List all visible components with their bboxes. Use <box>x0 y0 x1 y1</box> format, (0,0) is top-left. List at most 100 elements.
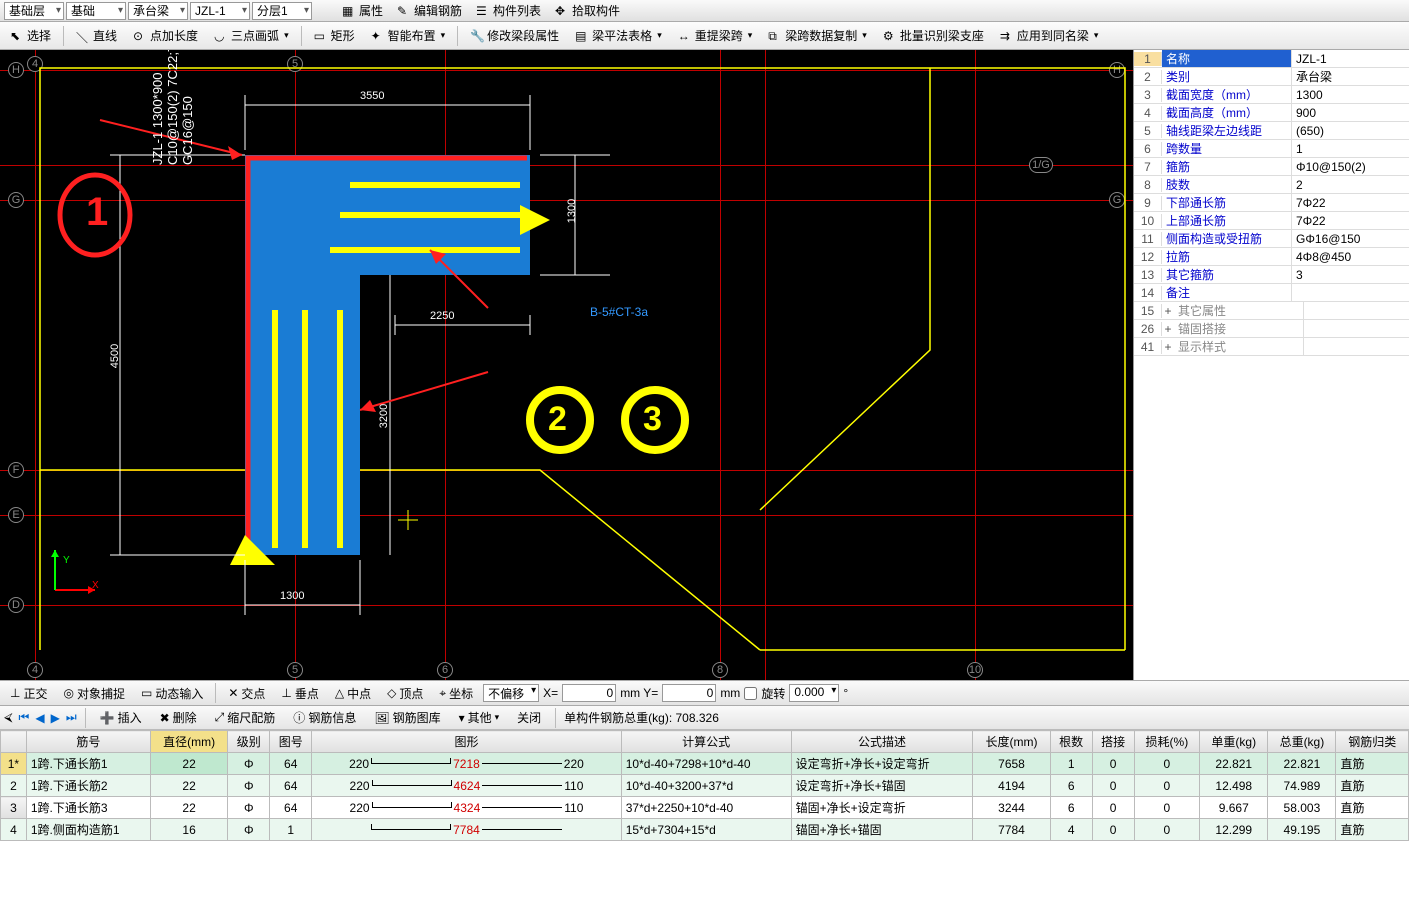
table-row[interactable]: 21跨.下通长筋222Φ64220462411010*d-40+3200+37*… <box>1 775 1409 797</box>
table-row[interactable]: 1*1跨.下通长筋122Φ64220721822010*d-40+7298+10… <box>1 753 1409 775</box>
sb-snap[interactable]: ◎对象捕捉 <box>57 683 131 703</box>
prop-row[interactable]: 9下部通长筋7Φ22 <box>1134 194 1409 212</box>
col-head[interactable]: 总重(kg) <box>1268 731 1336 753</box>
x-label: X <box>92 580 99 591</box>
btn-select[interactable]: ⬉选择 <box>4 26 57 46</box>
table-row[interactable]: 41跨.侧面构造筋116Φ1778415*d+7304+15*d锚固+净长+锚固… <box>1 819 1409 841</box>
col-head[interactable]: 公式描述 <box>791 731 973 753</box>
prop-row[interactable]: 7箍筋Φ10@150(2) <box>1134 158 1409 176</box>
prop-row[interactable]: 10上部通长筋7Φ22 <box>1134 212 1409 230</box>
dd-member[interactable]: JZL-1 <box>190 2 250 20</box>
btn-apply-same[interactable]: ⇉应用到同名梁▾ <box>994 26 1105 46</box>
dd-layer[interactable]: 基础层 <box>4 2 64 20</box>
prop-row[interactable]: 4截面高度（mm）900 <box>1134 104 1409 122</box>
btn-insert[interactable]: ➕插入 <box>94 708 148 728</box>
btn-3pt-arc[interactable]: ◡三点画弧▾ <box>208 26 295 46</box>
prop-row[interactable]: 11侧面构造或受扭筋GΦ16@150 <box>1134 230 1409 248</box>
prop-row[interactable]: 13其它箍筋3 <box>1134 266 1409 284</box>
col-head[interactable]: 根数 <box>1050 731 1092 753</box>
y-label-text: mm Y= <box>620 686 658 700</box>
dd-cat[interactable]: 基础 <box>66 2 126 20</box>
prop-row[interactable]: 8肢数2 <box>1134 176 1409 194</box>
sb-perp[interactable]: ⊥垂点 <box>275 683 324 703</box>
prop-row[interactable]: 3截面宽度（mm）1300 <box>1134 86 1409 104</box>
rot-check[interactable] <box>744 687 757 700</box>
anno-3: 3 <box>643 400 662 439</box>
prop-row[interactable]: 15+其它属性 <box>1134 302 1409 320</box>
col-head[interactable]: 直径(mm) <box>150 731 227 753</box>
col-head[interactable]: 单重(kg) <box>1200 731 1268 753</box>
tab-props[interactable]: ▦属性 <box>336 1 389 21</box>
btn-rect[interactable]: ▭矩形 <box>308 26 361 46</box>
rot-dd[interactable]: 0.000 <box>789 684 839 702</box>
btn-batch-support[interactable]: ⚙批量识别梁支座 <box>877 26 990 46</box>
dim-4500: 4500 <box>109 344 121 368</box>
col-head[interactable]: 损耗(%) <box>1134 731 1200 753</box>
prev-icon[interactable]: ◀ <box>35 711 44 725</box>
perp-icon: ⊥ <box>281 686 291 700</box>
sb-coord[interactable]: ⌖坐标 <box>433 683 479 703</box>
first-icon[interactable]: ⏮ <box>19 710 30 725</box>
tab-pick[interactable]: ✥拾取构件 <box>549 1 626 21</box>
btn-other[interactable]: ▾其他▾ <box>453 708 506 728</box>
drawing-canvas[interactable]: H H G G 1/G F E D 4 4 5 5 6 8 10 <box>0 50 1133 680</box>
col-head[interactable]: 搭接 <box>1092 731 1134 753</box>
prop-row[interactable]: 6跨数量1 <box>1134 140 1409 158</box>
tab-edit-rebar[interactable]: ✎编辑钢筋 <box>391 1 468 21</box>
apply-icon: ⇉ <box>1000 29 1014 43</box>
prop-row[interactable]: 1名称JZL-1 <box>1134 50 1409 68</box>
last-icon[interactable]: ⏭ <box>66 710 77 725</box>
col-head[interactable]: 钢筋归类 <box>1336 731 1409 753</box>
btn-delete[interactable]: ✖删除 <box>154 708 203 728</box>
btn-info[interactable]: ⓘ钢筋信息 <box>287 708 362 728</box>
sb-mid[interactable]: △中点 <box>329 683 377 703</box>
btn-gallery[interactable]: 🖼钢筋图库 <box>368 708 446 728</box>
rebar-grid[interactable]: 筋号直径(mm)级别图号图形计算公式公式描述长度(mm)根数搭接损耗(%)单重(… <box>0 730 1409 910</box>
col-head[interactable]: 图号 <box>270 731 312 753</box>
sb-ortho[interactable]: ⊥正交 <box>4 683 53 703</box>
col-head[interactable]: 筋号 <box>26 731 150 753</box>
rebar-nav: ⮘ ⏮ ◀ ▶ ⏭ ➕插入 ✖删除 ⤢缩尺配筋 ⓘ钢筋信息 🖼钢筋图库 ▾其他▾… <box>0 706 1409 730</box>
play-icon[interactable]: ▶ <box>51 711 60 725</box>
sb-offset[interactable]: 不偏移 <box>483 684 539 702</box>
col-head[interactable] <box>1 731 27 753</box>
prop-row[interactable]: 41+显示样式 <box>1134 338 1409 356</box>
y-input[interactable] <box>662 684 716 702</box>
btn-close[interactable]: 关闭 <box>511 708 547 728</box>
col-head[interactable]: 级别 <box>228 731 270 753</box>
sb-dyn[interactable]: ▭动态输入 <box>135 683 209 703</box>
btn-smart[interactable]: ✦智能布置▾ <box>365 26 452 46</box>
btn-span-copy[interactable]: ⧉梁跨数据复制▾ <box>762 26 873 46</box>
col-head[interactable]: 图形 <box>312 731 622 753</box>
cursor-icon: ⬉ <box>10 29 24 43</box>
status-bar: ⊥正交 ◎对象捕捉 ▭动态输入 ✕交点 ⊥垂点 △中点 ◇顶点 ⌖坐标 不偏移 … <box>0 680 1409 706</box>
col-head[interactable]: 长度(mm) <box>973 731 1050 753</box>
dd-type[interactable]: 承台梁 <box>128 2 188 20</box>
mm-text: mm <box>720 686 740 700</box>
btn-mod-seg[interactable]: 🔧修改梁段属性 <box>464 26 565 46</box>
btn-respan[interactable]: ↔重提梁跨▾ <box>672 26 759 46</box>
btn-line[interactable]: ＼直线 <box>70 26 123 46</box>
insert-icon: ➕ <box>100 711 115 725</box>
prop-row[interactable]: 12拉筋4Φ8@450 <box>1134 248 1409 266</box>
dd-sub[interactable]: 分层1 <box>252 2 312 20</box>
sb-cross[interactable]: ✕交点 <box>222 683 271 703</box>
table-row[interactable]: 31跨.下通长筋322Φ64220432411037*d+2250+10*d-4… <box>1 797 1409 819</box>
dim-3200: 3200 <box>378 404 390 428</box>
coord-icon: ⌖ <box>439 686 446 701</box>
deg-text: ° <box>843 686 848 700</box>
prop-row[interactable]: 14备注 <box>1134 284 1409 302</box>
x-input[interactable] <box>562 684 616 702</box>
expand-icon[interactable]: ⮘ <box>4 710 13 725</box>
btn-scale[interactable]: ⤢缩尺配筋 <box>209 708 282 728</box>
cross-icon: ✕ <box>228 686 238 700</box>
btn-ping-table[interactable]: ▤梁平法表格▾ <box>569 26 668 46</box>
col-head[interactable]: 计算公式 <box>621 731 791 753</box>
tab-member-list[interactable]: ☰构件列表 <box>470 1 547 21</box>
prop-row[interactable]: 2类别承台梁 <box>1134 68 1409 86</box>
btn-point-len[interactable]: ⊙点加长度 <box>127 26 204 46</box>
prop-row[interactable]: 5轴线距梁左边线距(650) <box>1134 122 1409 140</box>
sb-apex[interactable]: ◇顶点 <box>381 683 429 703</box>
prop-row[interactable]: 26+锚固搭接 <box>1134 320 1409 338</box>
other-icon: ▾ <box>459 711 465 725</box>
